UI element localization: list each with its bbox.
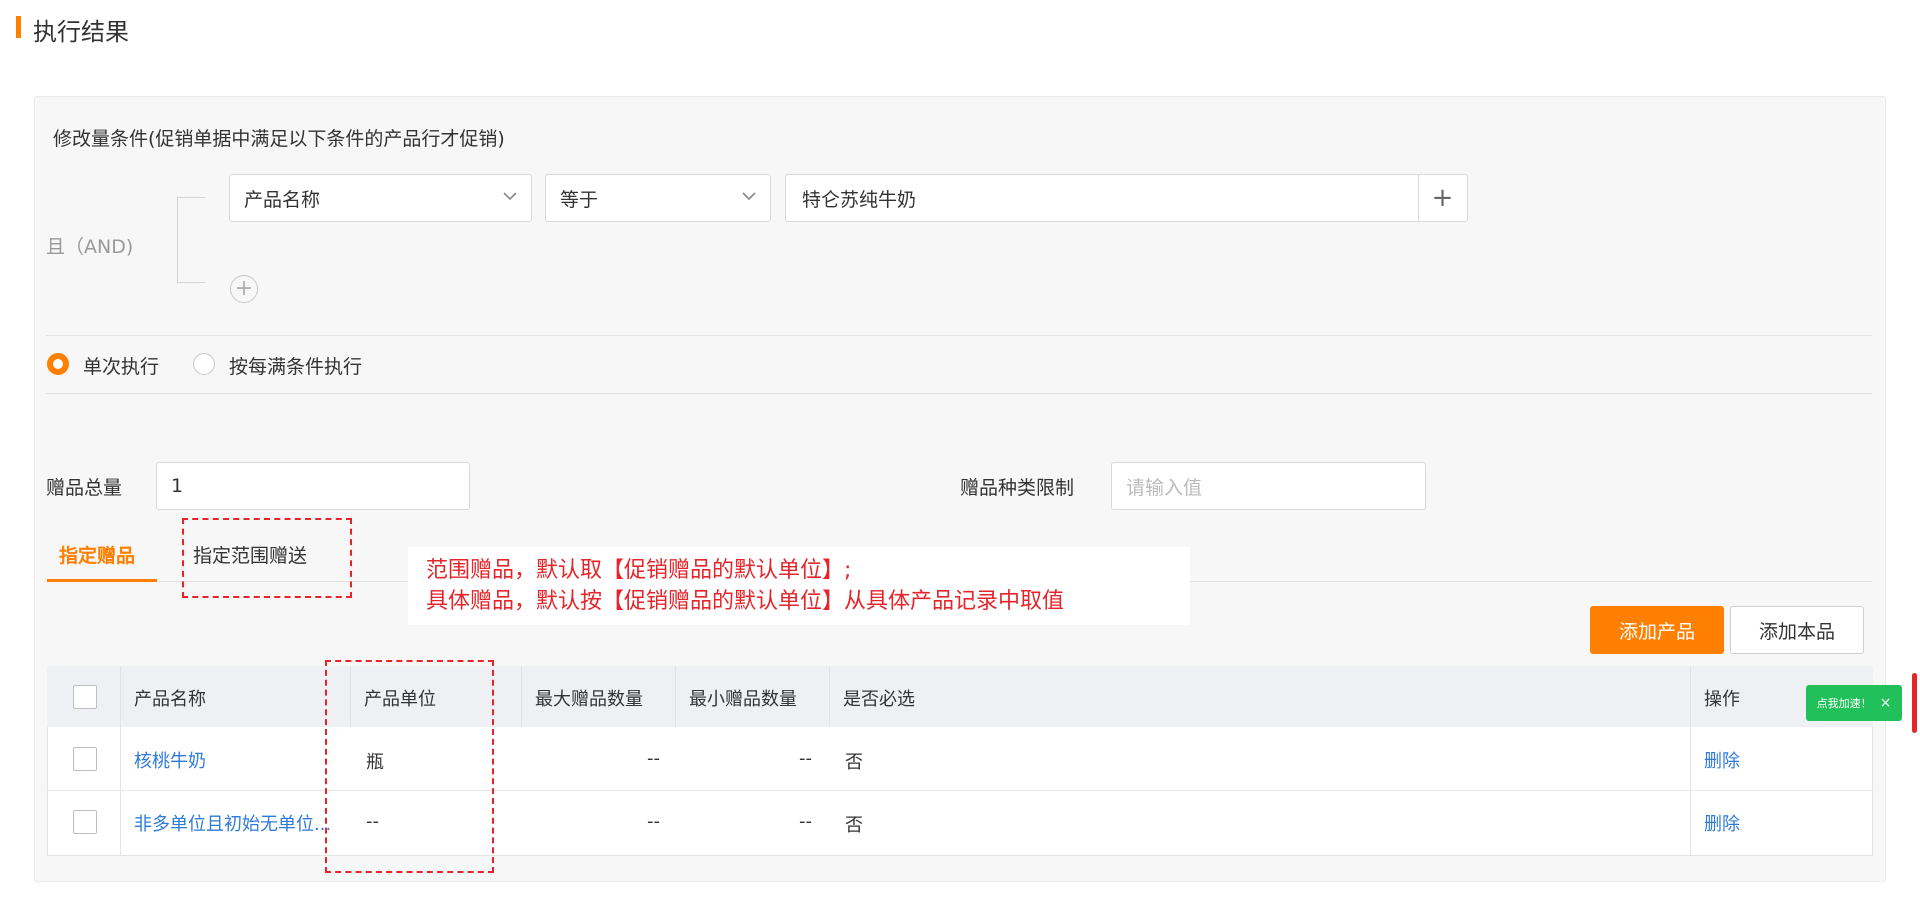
radio-each-exec-label: 按每满条件执行	[229, 356, 363, 378]
annotation-note: 范围赠品，默认取【促销赠品的默认单位】; 具体赠品，默认按【促销赠品的默认单位】…	[408, 547, 1190, 625]
logic-and-label: 且（AND)	[46, 236, 134, 258]
row-min-qty: --	[799, 748, 812, 769]
divider	[46, 335, 1872, 336]
gift-total-input[interactable]: 1	[156, 462, 470, 510]
row-max-qty: --	[647, 811, 660, 832]
annotation-line-2: 具体赠品，默认按【促销赠品的默认单位】从具体产品记录中取值	[426, 589, 1065, 614]
add-condition-button[interactable]: +	[230, 275, 258, 303]
row-max-qty: --	[647, 748, 660, 769]
row-delete-link[interactable]: 删除	[1704, 810, 1740, 836]
operator-select[interactable]: 等于	[545, 174, 771, 222]
plus-circle-icon: +	[234, 276, 254, 301]
column-separator	[1690, 666, 1691, 856]
gift-kind-limit-placeholder: 请输入值	[1126, 476, 1203, 499]
tab-specified-gift[interactable]: 指定赠品	[59, 541, 135, 568]
column-separator	[829, 666, 830, 727]
header-min-qty: 最小赠品数量	[689, 689, 797, 710]
field-select-value: 产品名称	[244, 188, 321, 211]
field-select[interactable]: 产品名称	[229, 174, 532, 222]
row-product-name-link[interactable]: 核桃牛奶	[134, 747, 206, 773]
radio-single-exec-label: 单次执行	[83, 356, 160, 378]
column-separator	[521, 666, 522, 727]
section-accent-bar	[16, 16, 21, 38]
speedup-widget[interactable]: 点我加速！ ×	[1806, 685, 1902, 721]
header-product-name: 产品名称	[134, 689, 206, 710]
divider	[46, 393, 1872, 394]
row-required: 否	[845, 815, 863, 836]
row-product-name-link[interactable]: 非多单位且初始无单位...	[134, 810, 334, 836]
add-product-button[interactable]: 添加产品	[1590, 606, 1724, 654]
condition-title: 修改量条件(促销单据中满足以下条件的产品行才促销)	[53, 128, 505, 150]
column-separator	[120, 666, 121, 856]
table-header	[47, 666, 1873, 727]
radio-single-exec[interactable]	[47, 353, 69, 375]
active-tab-indicator	[47, 579, 157, 582]
add-value-button[interactable]: +	[1418, 174, 1466, 222]
row-checkbox[interactable]	[73, 747, 97, 771]
gift-total-label: 赠品总量	[46, 477, 123, 499]
select-all-checkbox[interactable]	[73, 685, 97, 709]
header-max-qty: 最大赠品数量	[535, 689, 643, 710]
annotation-line-1: 范围赠品，默认取【促销赠品的默认单位】;	[426, 558, 852, 583]
annotation-box-tab	[182, 518, 352, 598]
condition-bracket	[177, 197, 205, 283]
close-icon[interactable]: ×	[1880, 695, 1892, 711]
annotation-box-unit-column	[325, 660, 494, 873]
section-title: 执行结果	[33, 18, 129, 46]
operator-select-value: 等于	[560, 188, 599, 211]
header-required: 是否必选	[843, 689, 915, 710]
row-checkbox[interactable]	[73, 810, 97, 834]
row-delete-link[interactable]: 删除	[1704, 747, 1740, 773]
gift-kind-limit-input[interactable]: 请输入值	[1111, 462, 1426, 510]
gift-kind-limit-label: 赠品种类限制	[960, 477, 1075, 499]
plus-icon: +	[1431, 183, 1454, 213]
row-min-qty: --	[799, 811, 812, 832]
chevron-down-icon	[503, 192, 517, 201]
condition-value-text: 特仑苏纯牛奶	[802, 188, 917, 211]
row-required: 否	[845, 752, 863, 773]
radio-each-exec[interactable]	[193, 353, 215, 375]
side-edge-handle[interactable]	[1912, 673, 1917, 733]
condition-value-input[interactable]: 特仑苏纯牛奶	[785, 174, 1468, 222]
speedup-label: 点我加速！	[1816, 697, 1872, 710]
add-self-button[interactable]: 添加本品	[1730, 606, 1864, 654]
gift-total-value: 1	[171, 475, 184, 497]
chevron-down-icon	[742, 192, 756, 201]
row-divider	[47, 790, 1873, 791]
column-separator	[675, 666, 676, 727]
header-action: 操作	[1704, 689, 1740, 710]
